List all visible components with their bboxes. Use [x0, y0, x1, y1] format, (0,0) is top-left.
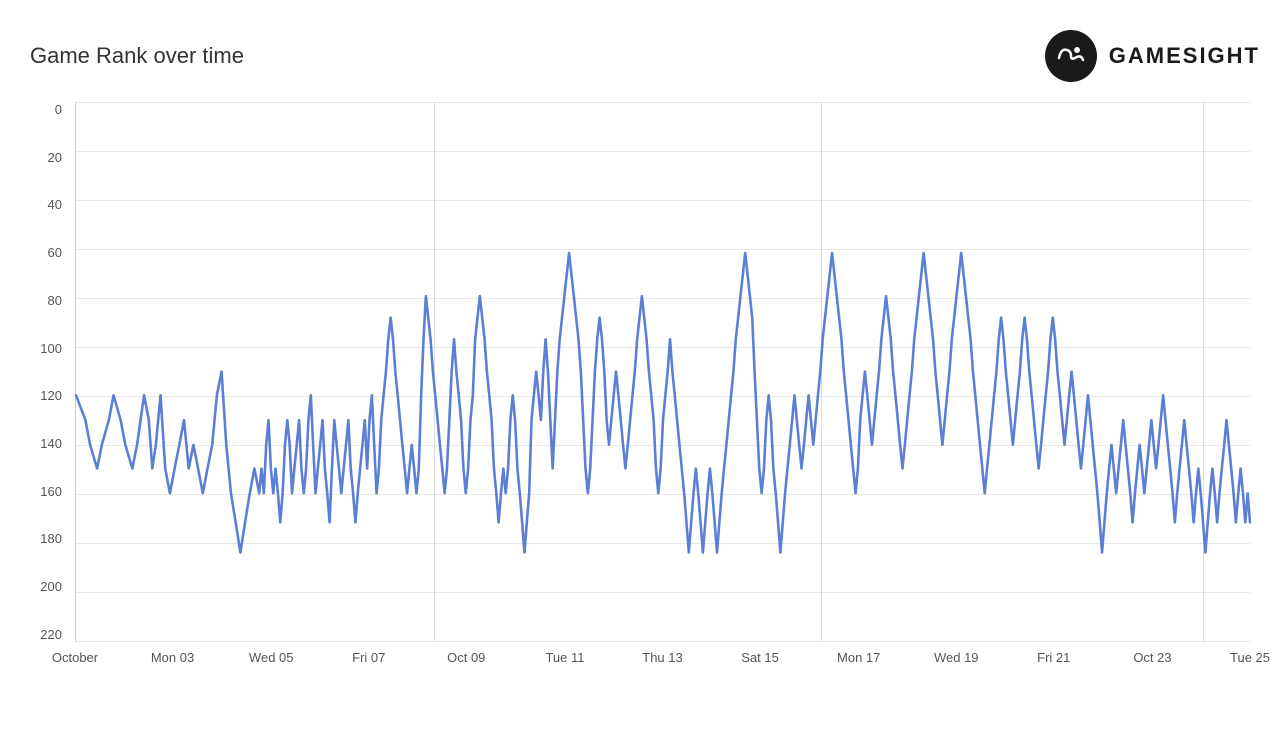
y-label-220: 220 [30, 627, 70, 642]
x-label-mon17: Mon 17 [837, 650, 880, 665]
y-label-160: 160 [30, 484, 70, 499]
x-label-oct09: Oct 09 [447, 650, 485, 665]
x-label-mon03: Mon 03 [151, 650, 194, 665]
y-label-120: 120 [30, 388, 70, 403]
chart-area: 0 20 40 60 80 100 120 140 160 180 200 22… [30, 102, 1260, 682]
x-label-tue11: Tue 11 [545, 650, 584, 665]
page-container: Game Rank over time GAMESIGHT 0 20 40 60… [0, 0, 1280, 730]
y-axis: 0 20 40 60 80 100 120 140 160 180 200 22… [30, 102, 70, 642]
y-label-140: 140 [30, 436, 70, 451]
x-axis: October Mon 03 Wed 05 Fri 07 Oct 09 Tue … [75, 642, 1250, 682]
y-label-100: 100 [30, 341, 70, 356]
y-label-20: 20 [30, 150, 70, 165]
y-label-180: 180 [30, 531, 70, 546]
gamesight-logo-icon [1045, 30, 1097, 82]
y-label-60: 60 [30, 245, 70, 260]
page-header: Game Rank over time GAMESIGHT [30, 30, 1260, 82]
y-label-200: 200 [30, 579, 70, 594]
logo-area: GAMESIGHT [1045, 30, 1260, 82]
x-label-october: October [52, 650, 98, 665]
x-label-fri07: Fri 07 [352, 650, 385, 665]
x-label-thu13: Thu 13 [642, 650, 682, 665]
line-chart-svg [76, 102, 1250, 641]
page-title: Game Rank over time [30, 43, 244, 69]
y-label-40: 40 [30, 197, 70, 212]
x-label-wed19: Wed 19 [934, 650, 979, 665]
y-label-0: 0 [30, 102, 70, 117]
x-label-oct23: Oct 23 [1133, 650, 1171, 665]
x-label-sat15: Sat 15 [741, 650, 779, 665]
x-label-tue25: Tue 25 [1230, 650, 1270, 665]
x-label-fri21: Fri 21 [1037, 650, 1070, 665]
chart-inner [75, 102, 1250, 642]
x-label-wed05: Wed 05 [249, 650, 294, 665]
y-label-80: 80 [30, 293, 70, 308]
logo-text: GAMESIGHT [1109, 43, 1260, 69]
